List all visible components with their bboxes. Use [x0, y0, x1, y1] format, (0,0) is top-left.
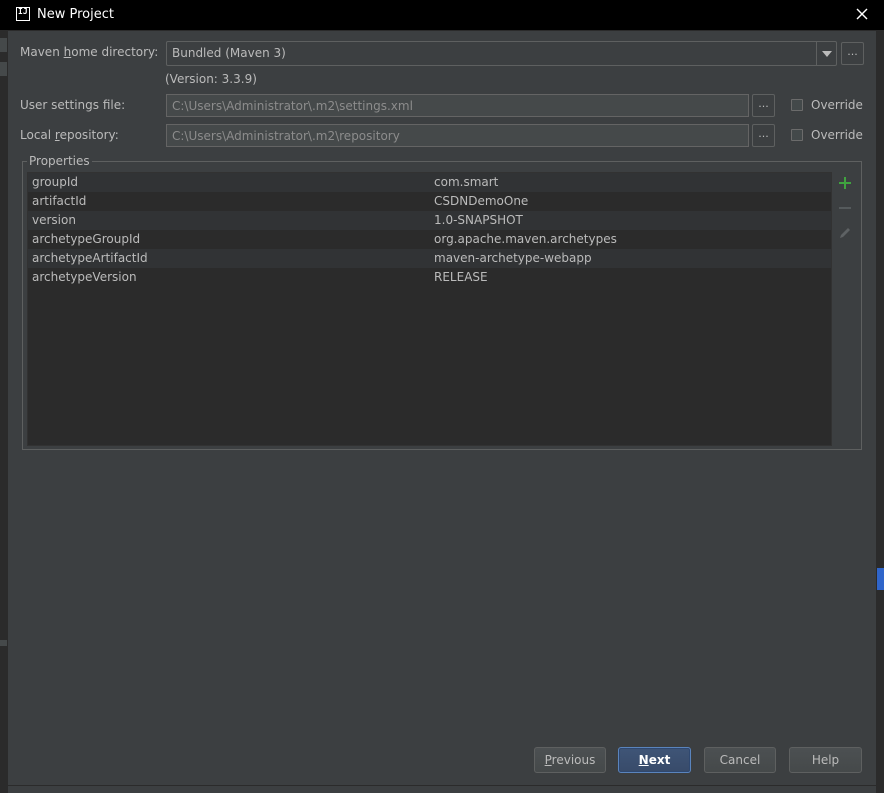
property-key: version: [32, 213, 76, 227]
title-bar[interactable]: IJ New Project: [0, 0, 884, 30]
background-window-right-edge: [876, 30, 884, 793]
user-settings-override-label[interactable]: Override: [811, 98, 863, 112]
label-text: ome directory:: [71, 45, 159, 59]
background-fragment: [0, 62, 8, 76]
remove-icon[interactable]: [836, 201, 854, 219]
property-value: com.smart: [434, 175, 499, 189]
background-window-left-edge: [0, 30, 8, 793]
property-key: archetypeArtifactId: [32, 251, 148, 265]
next-button[interactable]: Next: [618, 747, 691, 773]
properties-toolbar: [832, 172, 858, 446]
properties-group-title: Properties: [27, 154, 92, 168]
property-key: groupId: [32, 175, 79, 189]
add-icon[interactable]: [836, 176, 854, 194]
property-value: 1.0-SNAPSHOT: [434, 213, 523, 227]
table-row[interactable]: archetypeArtifactId maven-archetype-weba…: [28, 249, 831, 268]
table-row[interactable]: version 1.0-SNAPSHOT: [28, 211, 831, 230]
local-repository-field[interactable]: [166, 124, 749, 147]
maven-home-browse-button[interactable]: ...: [841, 42, 864, 65]
edit-icon[interactable]: [836, 226, 854, 244]
label-text: epository:: [59, 128, 119, 142]
properties-table[interactable]: groupId com.smart artifactId CSDNDemoOne…: [27, 172, 832, 446]
previous-button[interactable]: Previous: [534, 747, 606, 773]
local-repository-label: Local repository:: [20, 128, 119, 142]
button-label: revious: [551, 753, 596, 767]
property-key: artifactId: [32, 194, 87, 208]
maven-home-label: Maven home directory:: [20, 45, 158, 59]
user-settings-override-checkbox[interactable]: [791, 99, 803, 111]
property-value: org.apache.maven.archetypes: [434, 232, 617, 246]
table-row[interactable]: artifactId CSDNDemoOne: [28, 192, 831, 211]
property-value: RELEASE: [434, 270, 488, 284]
property-value: CSDNDemoOne: [434, 194, 529, 208]
window-title: New Project: [37, 7, 114, 22]
table-row[interactable]: archetypeVersion RELEASE: [28, 268, 831, 287]
cancel-button[interactable]: Cancel: [704, 747, 776, 773]
chevron-down-icon[interactable]: [816, 42, 836, 65]
property-key: archetypeVersion: [32, 270, 137, 284]
user-settings-browse-button[interactable]: ...: [752, 94, 775, 117]
close-icon[interactable]: [854, 6, 870, 22]
mnemonic-letter: P: [544, 753, 552, 767]
mnemonic-letter: N: [638, 753, 649, 767]
dialog-content: Maven home directory: Bundled (Maven 3) …: [8, 30, 876, 785]
local-repository-input[interactable]: [167, 125, 748, 146]
property-value: maven-archetype-webapp: [434, 251, 592, 265]
table-row[interactable]: archetypeGroupId org.apache.maven.archet…: [28, 230, 831, 249]
label-text: Local: [20, 128, 55, 142]
app-icon-letters: IJ: [18, 7, 28, 16]
user-settings-input[interactable]: [167, 95, 748, 116]
button-label: ext: [648, 753, 671, 767]
maven-version-text: (Version: 3.3.9): [165, 72, 257, 86]
user-settings-field[interactable]: [166, 94, 749, 117]
local-repository-override-label[interactable]: Override: [811, 128, 863, 142]
local-repository-browse-button[interactable]: ...: [752, 124, 775, 147]
maven-home-combobox[interactable]: Bundled (Maven 3): [166, 41, 837, 66]
background-selection: [876, 568, 884, 590]
label-text: Maven: [20, 45, 64, 59]
help-button[interactable]: Help: [789, 747, 862, 773]
local-repository-override-checkbox[interactable]: [791, 129, 803, 141]
property-key: archetypeGroupId: [32, 232, 141, 246]
maven-home-value: Bundled (Maven 3): [172, 46, 286, 60]
background-fragment: [0, 640, 8, 646]
table-row[interactable]: groupId com.smart: [28, 173, 831, 192]
user-settings-label: User settings file:: [20, 98, 126, 112]
background-fragment: [0, 38, 8, 52]
intellij-app-icon: IJ: [16, 7, 30, 21]
